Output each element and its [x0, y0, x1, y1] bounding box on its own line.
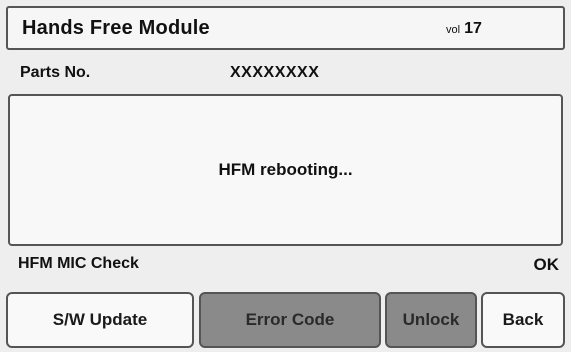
parts-number-label: Parts No.: [20, 64, 91, 81]
parts-number-row: Parts No. XXXXXXXX: [8, 58, 563, 88]
volume-indicator: vol 17: [446, 20, 482, 38]
status-message-box: HFM rebooting...: [8, 94, 563, 246]
page-title: Hands Free Module: [22, 17, 210, 39]
back-button[interactable]: Back: [481, 292, 565, 348]
status-message: HFM rebooting...: [218, 160, 353, 179]
title-bar: Hands Free Module vol 17: [6, 6, 565, 50]
mic-check-label: HFM MIC Check: [18, 255, 139, 272]
error-code-button[interactable]: Error Code: [199, 292, 381, 348]
mic-check-status: OK: [533, 255, 560, 274]
mic-check-row: HFM MIC Check OK: [8, 249, 563, 279]
parts-number-value: XXXXXXXX: [230, 64, 320, 81]
volume-value: 17: [464, 20, 482, 37]
volume-label: vol: [446, 24, 461, 36]
unlock-button[interactable]: Unlock: [385, 292, 477, 348]
hfm-screen: Hands Free Module vol 17 Parts No. XXXXXX…: [0, 0, 571, 352]
sw-update-button[interactable]: S/W Update: [6, 292, 194, 348]
